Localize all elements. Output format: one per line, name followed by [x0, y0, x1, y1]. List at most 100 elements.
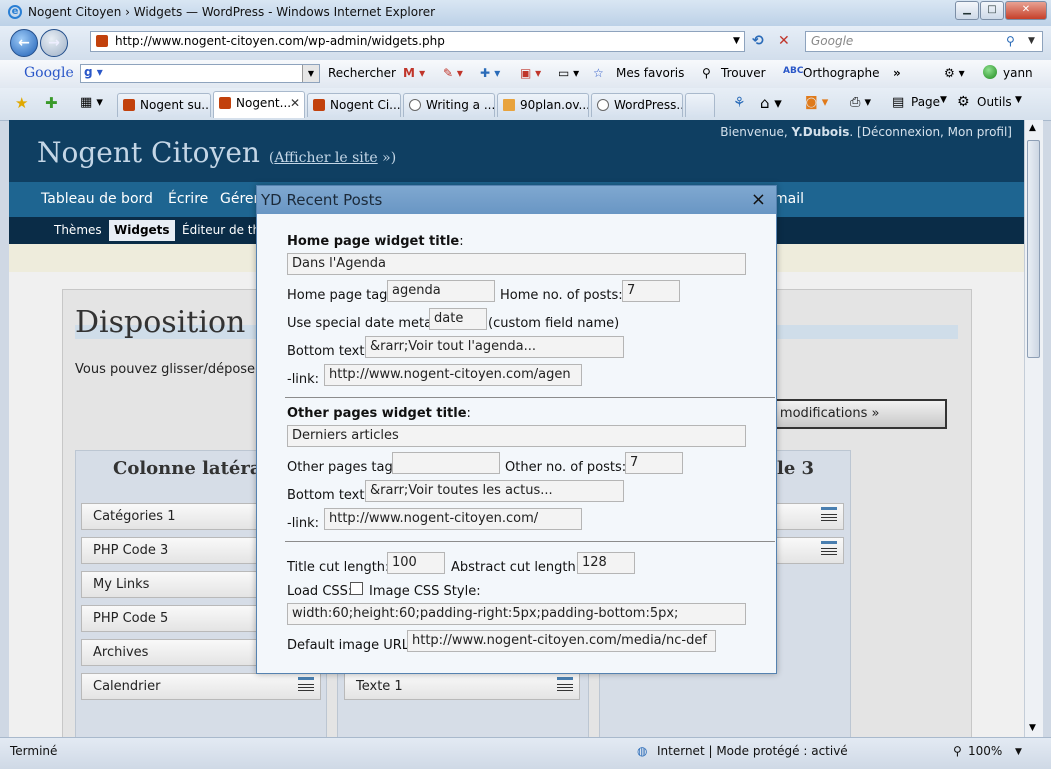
- widget-item[interactable]: Calendrier: [81, 673, 321, 700]
- page-menu[interactable]: Page: [911, 95, 940, 109]
- bookmark-icon[interactable]: ✎ ▾: [443, 66, 463, 80]
- print-icon[interactable]: ⎙ ▾: [850, 95, 871, 110]
- widget-item[interactable]: [776, 537, 844, 564]
- scrollbar-thumb[interactable]: [1027, 140, 1040, 358]
- spellcheck-button[interactable]: Orthographe: [803, 66, 880, 80]
- address-dropdown-icon[interactable]: ▼: [733, 36, 740, 46]
- google-search-input[interactable]: g ▾ ▼: [80, 64, 320, 83]
- new-tab-button[interactable]: [685, 93, 715, 117]
- add-favorite-icon[interactable]: ✚: [45, 94, 58, 112]
- favorites-button[interactable]: Mes favoris: [616, 66, 684, 80]
- image-css-input[interactable]: width:60;height:60;padding-right:5px;pad…: [287, 603, 746, 625]
- page-scrollbar[interactable]: ▲ ▼: [1024, 120, 1043, 737]
- google-search-button[interactable]: Rechercher: [328, 66, 396, 80]
- close-window-button[interactable]: ✕: [1005, 1, 1047, 20]
- close-icon[interactable]: ×: [751, 189, 766, 210]
- image-css-label: Image CSS Style:: [369, 584, 481, 599]
- home-bottom-text-input[interactable]: &rarr;Voir tout l'agenda...: [365, 336, 624, 358]
- other-tag-input[interactable]: [392, 452, 500, 474]
- ie-logo-icon: e: [8, 5, 22, 19]
- default-image-input[interactable]: http://www.nogent-citoyen.com/media/nc-d…: [407, 630, 716, 652]
- google-user[interactable]: yann: [1003, 66, 1033, 80]
- widget-handle-icon[interactable]: [557, 677, 573, 695]
- find-icon[interactable]: ⚲: [702, 66, 711, 80]
- date-meta-label: Use special date meta:: [287, 316, 437, 331]
- security-zone[interactable]: Internet | Mode protégé : activé: [657, 744, 848, 758]
- tab-3[interactable]: Nogent Ci...: [307, 93, 401, 117]
- back-button[interactable]: ←: [10, 29, 38, 57]
- tab-6[interactable]: WordPress....: [591, 93, 683, 117]
- wordpress-favicon-icon: [597, 99, 609, 111]
- feeds-icon[interactable]: ⚘: [733, 95, 746, 111]
- refresh-icon[interactable]: ⟲: [752, 33, 764, 49]
- other-title-input[interactable]: Derniers articles: [287, 425, 746, 447]
- more-chevron-icon[interactable]: »: [893, 66, 901, 80]
- widget-handle-icon[interactable]: [821, 507, 837, 525]
- home-icon[interactable]: ⌂ ▾: [760, 94, 782, 112]
- other-bottom-text-label: Bottom text:: [287, 488, 369, 503]
- home-title-input[interactable]: Dans l'Agenda: [287, 253, 746, 275]
- date-meta-input[interactable]: date: [429, 308, 487, 330]
- tabs-bar: ★ ✚ ▦ ▾ Nogent su... Nogent... ✕ Nogent C…: [0, 88, 1051, 121]
- other-posts-input[interactable]: 7: [625, 452, 683, 474]
- abstract-cut-input[interactable]: 128: [577, 552, 635, 574]
- nav-dashboard[interactable]: Tableau de bord: [41, 191, 153, 207]
- widget-item[interactable]: Texte 1: [344, 673, 580, 700]
- address-toolbar: ← → http://www.nogent-citoyen.com/wp-adm…: [0, 26, 1051, 60]
- rss-icon[interactable]: ◙ ▾: [805, 95, 828, 110]
- tab-4[interactable]: Writing a ...: [403, 93, 495, 117]
- title-cut-input[interactable]: 100: [387, 552, 445, 574]
- subnav-themes[interactable]: Thèmes: [54, 223, 102, 237]
- other-title-label: Other pages widget title:: [287, 406, 471, 421]
- home-tag-input[interactable]: agenda: [387, 280, 495, 302]
- popup-blocker-icon[interactable]: ▣ ▾: [520, 66, 541, 80]
- google-search-dropdown-icon[interactable]: ▼: [302, 65, 319, 82]
- address-url: http://www.nogent-citoyen.com/wp-admin/w…: [115, 34, 445, 48]
- spellcheck-icon: ABC: [783, 66, 804, 76]
- nav-email[interactable]: mail: [774, 191, 804, 207]
- widget-handle-icon[interactable]: [298, 677, 314, 695]
- zoom-level[interactable]: 100%: [968, 744, 1002, 758]
- load-css-checkbox[interactable]: [350, 582, 363, 595]
- other-bottom-text-input[interactable]: &rarr;Voir toutes les actus...: [365, 480, 624, 502]
- search-placeholder: Google: [811, 34, 854, 48]
- title-cut-label: Title cut length:: [287, 560, 390, 575]
- widget-item[interactable]: [776, 503, 844, 530]
- current-user[interactable]: Y.Dubois: [792, 125, 850, 139]
- forward-button[interactable]: →: [40, 29, 68, 57]
- tab-2-active[interactable]: Nogent... ✕: [213, 91, 305, 118]
- tab-5[interactable]: 90plan.ov...: [497, 93, 589, 117]
- home-link-input[interactable]: http://www.nogent-citoyen.com/agen: [324, 364, 582, 386]
- minimize-button[interactable]: ▁: [955, 1, 979, 20]
- scroll-up-icon[interactable]: ▲: [1029, 123, 1036, 133]
- nav-write[interactable]: Écrire: [168, 191, 208, 207]
- nav-manage[interactable]: Gérer: [220, 191, 259, 207]
- scroll-down-icon[interactable]: ▼: [1029, 723, 1036, 733]
- subnav-widgets[interactable]: Widgets: [109, 220, 175, 241]
- autofill-icon[interactable]: ▭ ▾: [558, 66, 579, 80]
- maximize-button[interactable]: □: [980, 1, 1004, 20]
- star-icon[interactable]: ☆: [593, 66, 604, 80]
- home-title-label: Home page widget title:: [287, 234, 464, 249]
- wrench-icon[interactable]: ⚙ ▾: [944, 66, 965, 80]
- view-site-link[interactable]: Afficher le site: [274, 150, 377, 166]
- favorites-star-icon[interactable]: ★: [15, 94, 28, 112]
- quick-tabs-icon[interactable]: ▦ ▾: [80, 95, 103, 110]
- address-bar[interactable]: http://www.nogent-citoyen.com/wp-admin/w…: [90, 31, 745, 52]
- browser-search-input[interactable]: Google ⚲ ▼: [805, 31, 1043, 52]
- gmail-icon[interactable]: M ▾: [403, 66, 425, 80]
- other-link-input[interactable]: http://www.nogent-citoyen.com/: [324, 508, 582, 530]
- search-dropdown-icon[interactable]: ▼: [1028, 32, 1035, 51]
- widget-handle-icon[interactable]: [821, 541, 837, 559]
- search-icon[interactable]: ⚲: [1006, 32, 1015, 51]
- window-titlebar: e Nogent Citoyen › Widgets — WordPress -…: [0, 0, 1051, 27]
- subnav-theme-editor[interactable]: Éditeur de th: [182, 223, 260, 237]
- close-tab-icon[interactable]: ✕: [290, 92, 300, 114]
- stop-icon[interactable]: ✕: [778, 33, 790, 49]
- tab-1[interactable]: Nogent su...: [117, 93, 211, 117]
- tools-menu[interactable]: Outils: [977, 95, 1012, 109]
- home-posts-input[interactable]: 7: [622, 280, 680, 302]
- add-button-icon[interactable]: ✚ ▾: [480, 66, 500, 80]
- zoom-dropdown-icon[interactable]: ▼: [1015, 747, 1022, 757]
- find-button[interactable]: Trouver: [721, 66, 766, 80]
